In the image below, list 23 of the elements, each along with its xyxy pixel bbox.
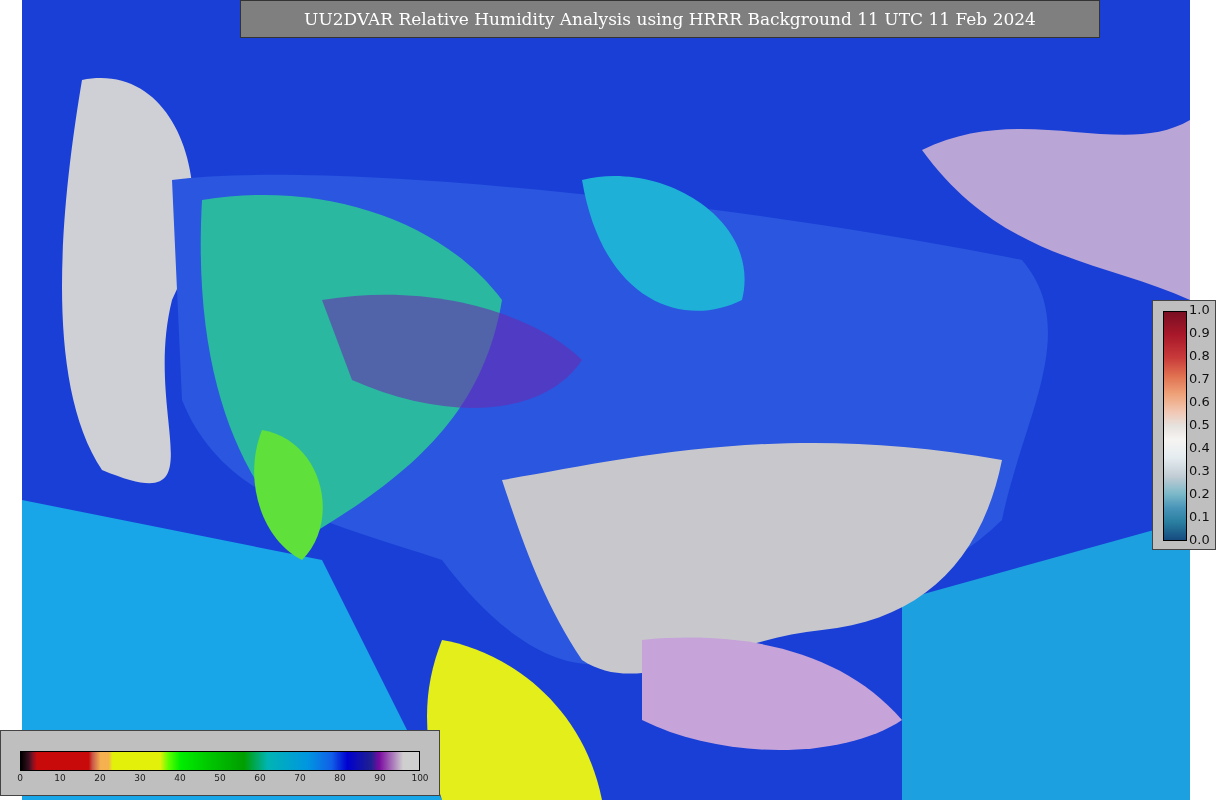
colorbar-tick-label: 0.2 [1189,485,1210,503]
colorbar-tick-label: 0.4 [1189,439,1210,457]
colorbar-tick-label: 100 [410,773,430,783]
colorbar-tick-label: 50 [213,773,227,783]
colorbar-tick-label: 10 [53,773,67,783]
colorbar-tick-label: 0.7 [1189,370,1210,388]
colorbar-tick-label: 0.9 [1189,324,1210,342]
colorbar-tick-label: 0.1 [1189,508,1210,526]
colorbar-tick-label: 30 [133,773,147,783]
colorbar-tick-label: 0.3 [1189,462,1210,480]
colorbar-tick-label: 0.8 [1189,347,1210,365]
colorbar-tick-label: 0.5 [1189,416,1210,434]
colorbar-tick-label: 90 [373,773,387,783]
colorbar-tick-label: 40 [173,773,187,783]
colorbar-tick-label: 70 [293,773,307,783]
map-title: UU2DVAR Relative Humidity Analysis using HRRR Background 11 UTC 11 Feb 2024 [240,0,1100,38]
colorbar-tick-label: 20 [93,773,107,783]
colorbar-tick-label: 60 [253,773,267,783]
colorbar-tick-label: 0 [16,773,24,783]
colorbar-tick-label: 80 [333,773,347,783]
colorbar-tick-label: 0.6 [1189,393,1210,411]
colorbar-tick-label: 0.0 [1189,531,1210,549]
colorbar-tick-label: 1.0 [1189,301,1210,319]
